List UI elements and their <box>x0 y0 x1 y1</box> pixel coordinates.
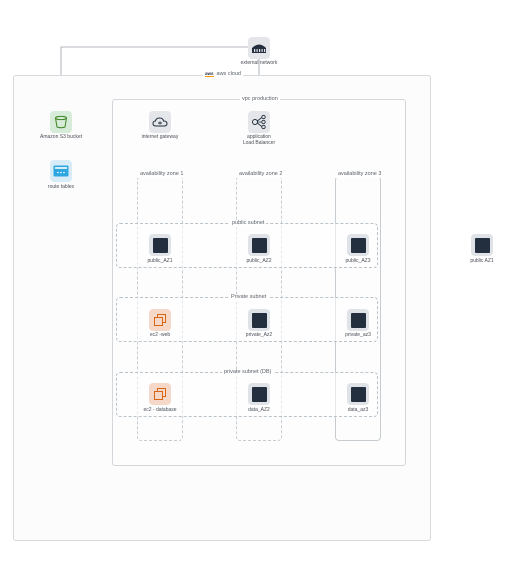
alb-label-line2: Load Balancer <box>242 140 276 146</box>
instance-icon <box>251 386 267 402</box>
public-az1-outside-node[interactable] <box>471 234 493 256</box>
route-tables-label: route tables <box>47 184 75 190</box>
internet-gateway-node[interactable] <box>149 111 171 133</box>
instance-icon <box>474 237 490 253</box>
s3-bucket-node[interactable] <box>50 111 72 133</box>
public-az1-outside-label: public AZ1 <box>470 258 494 264</box>
instance-icon <box>251 237 267 253</box>
ec2-web-label: ec2 -web <box>149 332 171 338</box>
az2-label: availability zone 2 <box>237 171 285 178</box>
db-subnet-label: private subnet (DB) <box>222 369 274 376</box>
aws-cloud-label-wrap: aws aws cloud <box>203 71 243 77</box>
instance-icon <box>251 312 267 328</box>
public-az3-label: public_AZ3 <box>345 258 371 264</box>
private-az2-label: private_Az2 <box>245 332 273 338</box>
instance-icon <box>350 237 366 253</box>
data-az2-node[interactable] <box>248 383 270 405</box>
instance-icon <box>350 386 366 402</box>
private-az2-node[interactable] <box>248 309 270 331</box>
internet-gateway-label: internet gateway <box>141 134 179 140</box>
private-subnet-label: Private subnet <box>229 294 269 301</box>
az1-label: availability zone 1 <box>138 171 186 178</box>
load-balancer-icon <box>252 114 266 130</box>
private-az3-node[interactable] <box>347 309 369 331</box>
aws-logo: aws <box>205 71 214 77</box>
public-az3-node[interactable] <box>347 234 369 256</box>
public-subnet-label: public subnet <box>230 220 267 227</box>
ec2-icon <box>154 314 166 326</box>
s3-bucket-label: Amazon S3 bucket <box>40 134 82 140</box>
alb-node[interactable] <box>248 111 270 133</box>
route-table-icon <box>53 165 69 177</box>
instance-icon <box>350 312 366 328</box>
public-az1-label: public_AZ1 <box>147 258 173 264</box>
az3-label: availability zone 3 <box>336 171 384 178</box>
ec2-icon <box>154 388 166 400</box>
instance-icon <box>152 237 168 253</box>
private-az3-label: private_az3 <box>345 332 371 338</box>
external-network-node[interactable] <box>248 37 270 59</box>
route-tables-node[interactable] <box>50 160 72 182</box>
bucket-icon <box>55 115 67 129</box>
data-az3-label: data_az3 <box>347 407 369 413</box>
vpc-label: vpc production <box>240 96 280 103</box>
public-az1-node[interactable] <box>149 234 171 256</box>
ec2-web-node[interactable] <box>149 309 171 331</box>
cloud-gateway-icon <box>152 117 168 127</box>
aws-cloud-label: aws cloud <box>216 71 241 77</box>
data-az3-node[interactable] <box>347 383 369 405</box>
external-network-label: external network <box>240 60 278 66</box>
public-az2-node[interactable] <box>248 234 270 256</box>
ec2-database-label: ec2 - database <box>143 407 177 413</box>
data-az2-label: data_AZ2 <box>248 407 270 413</box>
ec2-database-node[interactable] <box>149 383 171 405</box>
public-az2-label: public_AZ2 <box>246 258 272 264</box>
external-network-icon <box>252 44 266 53</box>
